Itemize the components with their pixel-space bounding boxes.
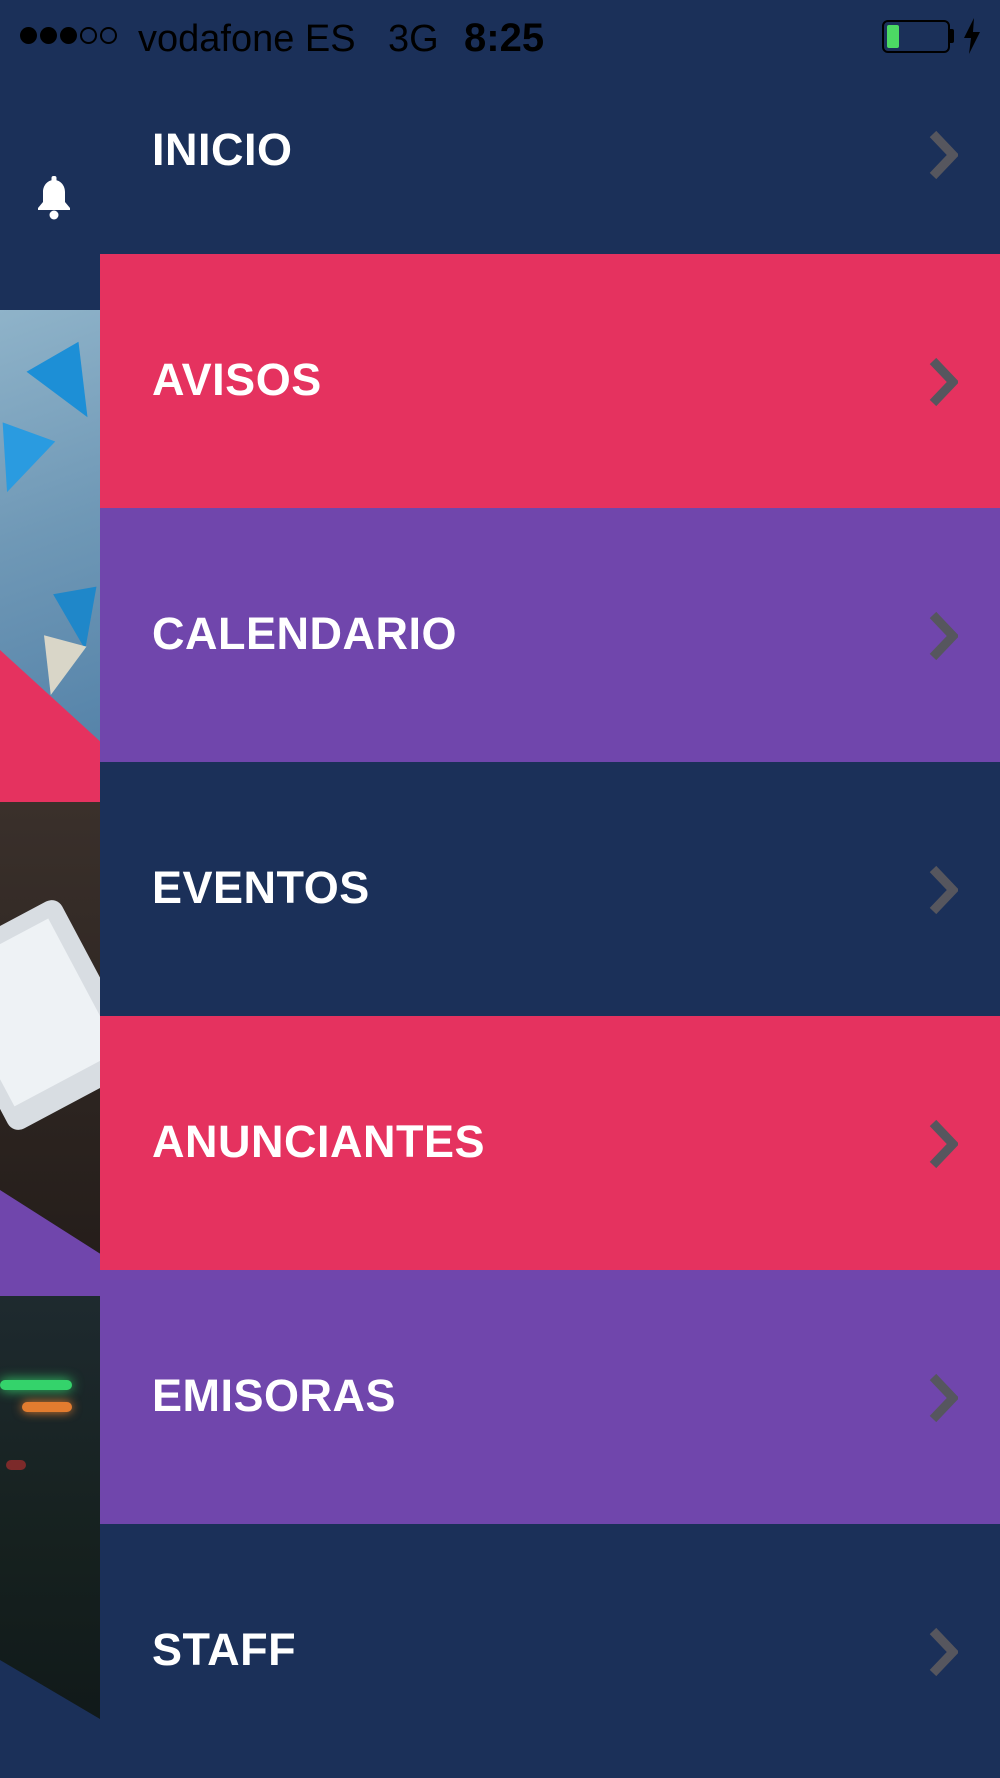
menu-item-label: EMISORAS <box>152 1370 397 1421</box>
chevron-right-icon <box>929 357 958 407</box>
signal-dot <box>80 27 97 44</box>
studio-light <box>0 1380 72 1390</box>
signal-dot <box>20 27 37 44</box>
charging-bolt-icon <box>964 18 980 54</box>
menu-item-anunciantes[interactable]: ANUNCIANTES <box>100 1016 1000 1270</box>
battery-cap <box>950 29 954 43</box>
status-bar: vodafone ES 3G 8:25 <box>0 0 1000 80</box>
signal-strength-icon <box>20 27 120 48</box>
battery-icon <box>882 20 950 53</box>
menu-item-label: AVISOS <box>152 354 322 405</box>
chevron-right-icon <box>929 611 958 661</box>
status-time: 8:25 <box>464 16 545 60</box>
chevron-right-icon <box>929 1119 958 1169</box>
carrier-name: vodafone ES <box>138 18 356 60</box>
chevron-right-icon <box>929 1627 958 1677</box>
chevron-right-icon <box>929 130 958 180</box>
menu-item-label: INICIO <box>152 124 293 175</box>
battery-level <box>887 25 899 48</box>
menu-item-staff[interactable]: STAFF <box>100 1524 1000 1778</box>
navigation-drawer: INICIO AVISOS CALENDARIO EVENTOS ANUNCIA… <box>100 0 1000 1778</box>
chevron-right-icon <box>929 1373 958 1423</box>
menu-item-calendario[interactable]: CALENDARIO <box>100 508 1000 762</box>
signal-dot <box>100 27 117 44</box>
menu-item-eventos[interactable]: EVENTOS <box>100 762 1000 1016</box>
background-app <box>0 0 100 1778</box>
signal-dot <box>40 27 57 44</box>
chevron-right-icon <box>929 865 958 915</box>
network-type: 3G <box>388 18 439 60</box>
studio-light <box>6 1460 26 1470</box>
menu-item-label: STAFF <box>152 1624 297 1675</box>
studio-light <box>22 1402 72 1412</box>
bell-icon[interactable] <box>34 176 74 220</box>
menu-item-label: CALENDARIO <box>152 608 457 659</box>
signal-dot <box>60 27 77 44</box>
menu-item-label: ANUNCIANTES <box>152 1116 486 1167</box>
menu-item-label: EVENTOS <box>152 862 370 913</box>
menu-item-emisoras[interactable]: EMISORAS <box>100 1270 1000 1524</box>
menu-item-avisos[interactable]: AVISOS <box>100 254 1000 508</box>
